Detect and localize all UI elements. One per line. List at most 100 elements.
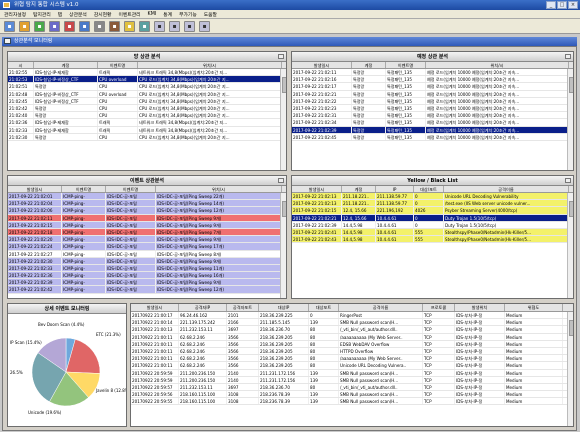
report-icon[interactable]: ▪ bbox=[139, 20, 150, 32]
table-row[interactable]: 20170922 21:00:17 96.24.46.162 2101 218.36.… bbox=[131, 312, 573, 320]
column-header[interactable]: 이벤트명 bbox=[62, 186, 106, 192]
vertical-scrollbar[interactable] bbox=[567, 312, 573, 426]
table-row[interactable]: 2017-09-22 21:02:27 ICMP-ping- IDS-IDC-공-포… bbox=[8, 250, 286, 258]
table-row[interactable]: 21:02:33 IDS-침입-IP-제재함 트래픽 네트워크 트래픽 34,8(Mb… bbox=[8, 126, 286, 134]
column-header[interactable]: 공격이름 bbox=[339, 304, 423, 311]
column-header[interactable]: 대상포트 bbox=[309, 304, 339, 311]
exit-icon[interactable]: ▪ bbox=[184, 20, 195, 32]
table-row[interactable]: 2017-09-22 21:02:15 12.4, 15.66 221.196,19… bbox=[292, 207, 573, 215]
table-row[interactable]: 20170922 21:00:11 62.68.2.246 3566 218.36.2… bbox=[131, 355, 573, 363]
column-header[interactable]: 계정 bbox=[34, 62, 98, 68]
table-row[interactable]: 2017-09-22 21:02:30 ICMP-ping- IDS-IDC-공-포… bbox=[8, 257, 286, 265]
maximize-button[interactable]: □ bbox=[557, 1, 567, 9]
column-header[interactable]: 이벤트명 bbox=[106, 186, 156, 192]
table-row[interactable]: 2017-09-22 21:02:20 ICMP-ping- IDS-IDC-공-포… bbox=[8, 236, 286, 244]
table-row[interactable]: 2017-09-22 21:02:23 특정망 특정패턴_135 예정 로드(임계치 … bbox=[292, 104, 573, 113]
column-header[interactable]: 위치/시 bbox=[156, 186, 282, 192]
column-header[interactable]: 시 bbox=[8, 62, 34, 68]
column-header[interactable]: 발생위치 bbox=[455, 304, 505, 311]
table-row[interactable]: 2017-09-22 21:02:04 ICMP-ping- IDS-IDC-공-포… bbox=[8, 200, 286, 208]
panel-menu-button[interactable] bbox=[278, 178, 284, 183]
table-row[interactable]: 2017-09-22 21:02:39 14.4,5.98 10.4.4.61 0 Du… bbox=[292, 221, 573, 229]
panel-menu-button[interactable] bbox=[565, 178, 571, 183]
table-row[interactable]: 20170922 21:00:11 62.68.2.246 3566 218.36.2… bbox=[131, 347, 573, 356]
table-row[interactable]: 2017-09-22 21:02:34 특정망 특정패턴_135 예정 로드(임계치 … bbox=[292, 119, 573, 127]
table-row[interactable]: 2017-09-22 21:02:06 ICMP-ping- IDS-IDC-공-포… bbox=[8, 207, 286, 215]
menu-item[interactable]: KMI bbox=[148, 12, 157, 17]
column-header[interactable]: 공격자IP bbox=[179, 304, 227, 311]
menu-item[interactable]: 탭 bbox=[58, 11, 62, 18]
help-icon[interactable]: ▪ bbox=[169, 20, 180, 32]
table-row[interactable]: 21:02:30 특정망 CPU CPU 로드(임계치 34,8(Mbps)(임계치:… bbox=[8, 133, 286, 141]
panel-menu-button[interactable] bbox=[278, 54, 284, 59]
column-header[interactable]: 대상IP bbox=[259, 304, 309, 311]
table-row[interactable]: 2017-09-22 21:02:13 211.18.221.. 211.138.5… bbox=[292, 193, 573, 201]
table-row[interactable]: 20170922 20:59:56 218.160.115.100 3108 218.… bbox=[131, 391, 573, 399]
column-header[interactable]: 계정 bbox=[342, 186, 376, 192]
column-header[interactable]: 발생일시 bbox=[8, 186, 62, 192]
minimize-button[interactable]: _ bbox=[546, 1, 556, 9]
table-row[interactable]: 2017-09-22 21:02:24 ICMP-ping- IDS-IDC-공-포… bbox=[8, 243, 286, 251]
column-header[interactable]: 공격이름 bbox=[444, 186, 569, 192]
table-row[interactable]: 20170922 20:59:55 218.160.115.100 3108 218.… bbox=[131, 398, 573, 406]
column-header[interactable]: 공격자포트 bbox=[227, 304, 259, 311]
table-row[interactable]: 20170922 20:59:59 211.200.236.150 2140 211.… bbox=[131, 376, 573, 384]
column-header[interactable]: 계정 bbox=[352, 62, 386, 68]
table-row[interactable]: 21:02:40 특정망 CPU CPU 로드(임계치 34,8(Mbps)(임계치:… bbox=[8, 112, 286, 120]
table-row[interactable]: 21:02:36 IDS-침입-IP-제재함 트래픽 네트워크 트래픽 34,8(Mb… bbox=[8, 119, 286, 127]
vertical-scrollbar[interactable] bbox=[567, 69, 573, 170]
table-row[interactable]: 21:02:55 IDS-침입-IP-제재함 트래픽 네트워크 트래픽 34,8(Mb… bbox=[8, 69, 286, 77]
table-row[interactable]: 2017-09-22 21:02:43 14.4,5.98 10.4.4.61 555… bbox=[292, 236, 573, 244]
table-row[interactable]: 2017-09-22 21:02:21 특정망 특정패턴_135 예정 로드(임계치 … bbox=[292, 90, 573, 98]
column-header[interactable]: IP bbox=[376, 186, 414, 192]
open-icon[interactable]: ▪ bbox=[19, 20, 30, 32]
window-icon[interactable]: ▪ bbox=[199, 20, 210, 32]
table-row[interactable]: 2017-09-22 21:02:18 ICMP-ping- IDS-IDC-공-포… bbox=[8, 228, 286, 237]
column-header[interactable]: 발생일시 bbox=[131, 304, 179, 311]
table-row[interactable]: 2017-09-22 21:02:31 특정망 특정패턴_135 예정 로드(임계치 … bbox=[292, 112, 573, 120]
table-row[interactable]: 2017-09-22 21:02:17 특정망 특정패턴_135 예정 로드(임계치 … bbox=[292, 83, 573, 91]
settings-icon[interactable]: ▪ bbox=[154, 20, 165, 32]
menu-item[interactable]: 탐지관리 bbox=[33, 11, 51, 18]
table-row[interactable]: 2017-09-22 21:02:11 ICMP-ping- IDS-IDC-공-포… bbox=[8, 214, 286, 222]
table-row[interactable]: 2017-09-22 21:02:01 ICMP-ping- IDS-IDC-공-포… bbox=[8, 193, 286, 201]
table-row[interactable]: 20170922 21:00:11 62.68.2.246 3566 218.36.2… bbox=[131, 362, 573, 370]
table-row[interactable]: 21:02:45 IDS-침입-IP-비정상_CTF CPU CPU 로드(임계치 3… bbox=[8, 97, 286, 105]
chart-icon[interactable]: ▪ bbox=[79, 20, 90, 32]
table-row[interactable]: 20170922 21:00:13 211.232.153.11 3697 218.3… bbox=[131, 326, 573, 334]
menu-item[interactable]: 도움말 bbox=[204, 11, 217, 18]
menu-item[interactable]: 이벤트관리 bbox=[118, 11, 140, 18]
table-row[interactable]: 2017-09-22 21:02:15 ICMP-ping- IDS-IDC-공-포… bbox=[8, 221, 286, 229]
vertical-scrollbar[interactable] bbox=[280, 69, 286, 170]
table-row[interactable]: 2017-09-22 21:02:42 ICMP-ping- IDS-IDC-공-포… bbox=[8, 286, 286, 294]
table-row[interactable]: 2017-09-22 21:02:45 특정망 특정패턴_135 예정 로드(임계치 … bbox=[292, 133, 573, 141]
table-row[interactable]: 2017-09-22 21:02:13 211.18.221.. 211.138.5… bbox=[292, 200, 573, 208]
table-row[interactable]: 21:02:48 IDS-침입-IP-비정상_CTF CPU overload CPU… bbox=[8, 90, 286, 98]
column-header[interactable]: 위치/시 bbox=[426, 62, 569, 68]
table-row[interactable]: 2017-09-22 21:02:39 ICMP-ping- IDS-IDC-공-포… bbox=[8, 279, 286, 287]
table-row[interactable]: 20170922 21:00:11 62.68.2.246 3566 218.36.2… bbox=[131, 340, 573, 348]
table-row[interactable]: 21:02:42 특정망 CPU CPU 로드(임계치 34,8(Mbps)(임계치:… bbox=[8, 104, 286, 113]
grid-icon[interactable]: ▪ bbox=[94, 20, 105, 32]
table-row[interactable]: 20170922 20:59:57 211.232.153.11 3697 218.3… bbox=[131, 383, 573, 392]
menu-item[interactable]: 상관분석 bbox=[69, 11, 87, 18]
column-header[interactable]: 프로토콜 bbox=[423, 304, 455, 311]
column-header[interactable]: 이벤트명 bbox=[98, 62, 138, 68]
table-row[interactable]: 2017-09-22 21:02:22 특정망 특정패턴_135 예정 로드(임계치 … bbox=[292, 97, 573, 105]
menu-item[interactable]: 통계 bbox=[163, 11, 172, 18]
column-header[interactable]: 위협도 bbox=[505, 304, 563, 311]
vertical-scrollbar[interactable] bbox=[280, 193, 286, 298]
panel-menu-button[interactable] bbox=[565, 54, 571, 59]
table-row[interactable]: 20170922 20:59:59 211.200.236.150 2140 211.… bbox=[131, 369, 573, 377]
table-row[interactable]: 20170922 21:00:11 62.68.2.246 3566 218.36.2… bbox=[131, 333, 573, 341]
table-row[interactable]: 2017-09-22 21:02:33 ICMP-ping- IDS-IDC-공-포… bbox=[8, 264, 286, 273]
network-icon[interactable]: ▪ bbox=[124, 20, 135, 32]
table-row[interactable]: 20170922 21:00:14 221.139.175.242 2166 211.… bbox=[131, 319, 573, 327]
menu-item[interactable]: 관리자설정 bbox=[4, 11, 26, 18]
table-row[interactable]: 21:02:53 IDS-침입-IP-비정상_CTF CPU overload CPU… bbox=[8, 76, 286, 84]
column-header[interactable]: 발생일시 bbox=[292, 62, 352, 68]
table-row[interactable]: 2017-09-22 21:02:21 12.4, 15.66 10.4.4.61 0… bbox=[292, 214, 573, 222]
refresh-icon[interactable]: ▪ bbox=[34, 20, 45, 32]
table-row[interactable]: 2017-09-22 21:02:41 14.4,5.98 10.4.4.61 555… bbox=[292, 228, 573, 237]
table-row[interactable]: 2017-09-22 21:02:39 특정망 특정패턴_135 예정 로드(임계치 … bbox=[292, 126, 573, 134]
